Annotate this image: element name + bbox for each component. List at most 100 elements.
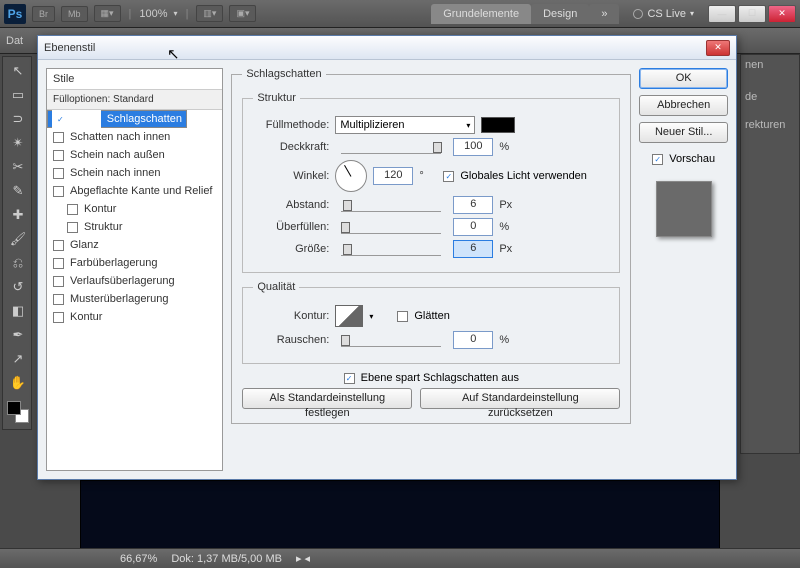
style-item-2[interactable]: Schein nach außen bbox=[47, 146, 222, 164]
style-item-3[interactable]: Schein nach innen bbox=[47, 164, 222, 182]
contour-picker[interactable] bbox=[335, 305, 363, 327]
style-item-5[interactable]: Kontur bbox=[47, 200, 222, 218]
app-menubar: Ps Br Mb ▦▾ | 100%▾ | ▥▾ ▣▾ Grundelement… bbox=[0, 0, 800, 28]
new-style-button[interactable]: Neuer Stil... bbox=[639, 122, 728, 143]
size-input[interactable]: 6 bbox=[453, 240, 493, 258]
stamp-tool[interactable]: ⎌ bbox=[6, 252, 30, 274]
opacity-slider[interactable] bbox=[341, 140, 441, 154]
view-extras-button[interactable]: ▦▾ bbox=[94, 5, 121, 22]
style-checkbox[interactable] bbox=[53, 132, 64, 143]
crop-tool[interactable]: ✂ bbox=[6, 156, 30, 178]
make-default-button[interactable]: Als Standardeinstellung festlegen bbox=[242, 388, 412, 409]
history-brush-tool[interactable]: ↺ bbox=[6, 276, 30, 298]
group-main-legend: Schlagschatten bbox=[242, 68, 325, 80]
style-item-9[interactable]: Verlaufsüberlagerung bbox=[47, 272, 222, 290]
dialog-close-button[interactable]: ✕ bbox=[706, 40, 730, 56]
angle-input[interactable]: 120 bbox=[373, 167, 413, 185]
noise-input[interactable]: 0 bbox=[453, 331, 493, 349]
style-item-4[interactable]: Abgeflachte Kante und Relief bbox=[47, 182, 222, 200]
style-checkbox[interactable] bbox=[53, 186, 64, 197]
antialias-checkbox[interactable] bbox=[397, 311, 408, 322]
status-scroll[interactable]: ▸ ◂ bbox=[296, 552, 310, 565]
lasso-tool[interactable]: ⊃ bbox=[6, 108, 30, 130]
workspace-tab-design[interactable]: Design bbox=[531, 4, 589, 24]
workspace-more[interactable]: » bbox=[589, 4, 619, 24]
window-maximize[interactable]: ☐ bbox=[738, 5, 766, 23]
spread-slider[interactable] bbox=[341, 220, 441, 234]
options-label: Dat bbox=[6, 35, 23, 47]
eyedropper-tool[interactable]: ✎ bbox=[6, 180, 30, 202]
document-canvas[interactable] bbox=[80, 480, 720, 550]
style-checkbox[interactable] bbox=[53, 150, 64, 161]
global-light-checkbox[interactable]: ✓ bbox=[443, 171, 454, 182]
brush-tool[interactable]: 🖌 bbox=[6, 228, 30, 250]
styles-header: Stile bbox=[47, 69, 222, 90]
heal-tool[interactable]: ✚ bbox=[6, 204, 30, 226]
shadow-color-swatch[interactable] bbox=[481, 117, 515, 133]
path-select-tool[interactable]: ↗ bbox=[6, 348, 30, 370]
hand-tool[interactable]: ✋ bbox=[6, 372, 30, 394]
spread-input[interactable]: 0 bbox=[453, 218, 493, 236]
move-tool[interactable]: ↖ bbox=[6, 60, 30, 82]
window-close[interactable]: ✕ bbox=[768, 5, 796, 23]
style-checkbox[interactable] bbox=[53, 312, 64, 323]
group-struktur: Struktur Füllmethode: Multiplizieren▾ De… bbox=[242, 92, 620, 273]
style-checkbox[interactable] bbox=[53, 168, 64, 179]
group-qualitaet: Qualität Kontur: ▾ Glätten Rauschen: 0 % bbox=[242, 281, 620, 364]
workspace-tab-grundelemente[interactable]: Grundelemente bbox=[431, 4, 531, 24]
style-checkbox[interactable] bbox=[53, 294, 64, 305]
foreground-swatch[interactable] bbox=[7, 401, 21, 415]
style-checkbox[interactable] bbox=[53, 258, 64, 269]
app-logo: Ps bbox=[4, 4, 26, 24]
minibridge-button[interactable]: Mb bbox=[61, 6, 88, 22]
arrange-docs-button[interactable]: ▥▾ bbox=[196, 5, 223, 22]
style-label: Verlaufsüberlagerung bbox=[70, 275, 175, 287]
style-label: Farbüberlagerung bbox=[70, 257, 157, 269]
wand-tool[interactable]: ✴ bbox=[6, 132, 30, 154]
status-zoom[interactable]: 66,67% bbox=[120, 553, 157, 565]
size-slider[interactable] bbox=[341, 242, 441, 256]
style-item-1[interactable]: Schatten nach innen bbox=[47, 128, 222, 146]
group-schlagschatten: Schlagschatten Struktur Füllmethode: Mul… bbox=[231, 68, 631, 424]
style-checkbox[interactable]: ✓ bbox=[52, 110, 101, 128]
marquee-tool[interactable]: ▭ bbox=[6, 84, 30, 106]
cancel-button[interactable]: Abbrechen bbox=[639, 95, 728, 116]
blend-mode-select[interactable]: Multiplizieren▾ bbox=[335, 116, 475, 134]
opacity-label: Deckkraft: bbox=[253, 141, 329, 153]
window-minimize[interactable]: — bbox=[708, 5, 736, 23]
ok-button[interactable]: OK bbox=[639, 68, 728, 89]
style-item-10[interactable]: Musterüberlagerung bbox=[47, 290, 222, 308]
style-item-11[interactable]: Kontur bbox=[47, 308, 222, 326]
noise-slider[interactable] bbox=[341, 333, 441, 347]
distance-input[interactable]: 6 bbox=[453, 196, 493, 214]
distance-unit: Px bbox=[499, 199, 517, 211]
reset-default-button[interactable]: Auf Standardeinstellung zurücksetzen bbox=[420, 388, 620, 409]
toolbox: ↖ ▭ ⊃ ✴ ✂ ✎ ✚ 🖌 ⎌ ↺ ◧ ✒ ↗ ✋ bbox=[2, 56, 32, 430]
knockout-checkbox[interactable]: ✓ bbox=[344, 373, 355, 384]
style-checkbox[interactable] bbox=[53, 276, 64, 287]
angle-dial[interactable] bbox=[335, 160, 367, 192]
fill-options-row[interactable]: Fülloptionen: Standard bbox=[47, 90, 222, 110]
color-swatches[interactable] bbox=[5, 399, 29, 427]
style-checkbox[interactable] bbox=[67, 204, 78, 215]
style-item-0[interactable]: ✓Schlagschatten bbox=[47, 110, 187, 128]
bridge-button[interactable]: Br bbox=[32, 6, 55, 22]
style-item-8[interactable]: Farbüberlagerung bbox=[47, 254, 222, 272]
style-item-7[interactable]: Glanz bbox=[47, 236, 222, 254]
eraser-tool[interactable]: ◧ bbox=[6, 300, 30, 322]
dialog-titlebar[interactable]: Ebenenstil ✕ bbox=[38, 36, 736, 60]
opacity-input[interactable]: 100 bbox=[453, 138, 493, 156]
distance-slider[interactable] bbox=[341, 198, 441, 212]
cs-live-button[interactable]: CS Live▾ bbox=[625, 8, 702, 20]
zoom-level[interactable]: 100% bbox=[139, 8, 167, 20]
pen-tool[interactable]: ✒ bbox=[6, 324, 30, 346]
preview-checkbox[interactable]: ✓ bbox=[652, 154, 663, 165]
spread-unit: % bbox=[499, 221, 517, 233]
style-item-6[interactable]: Struktur bbox=[47, 218, 222, 236]
styles-list: Stile Fülloptionen: Standard ✓Schlagscha… bbox=[46, 68, 223, 471]
noise-label: Rauschen: bbox=[253, 334, 329, 346]
style-checkbox[interactable] bbox=[67, 222, 78, 233]
style-label: Schatten nach innen bbox=[70, 131, 170, 143]
screen-mode-button[interactable]: ▣▾ bbox=[229, 5, 256, 22]
style-checkbox[interactable] bbox=[53, 240, 64, 251]
